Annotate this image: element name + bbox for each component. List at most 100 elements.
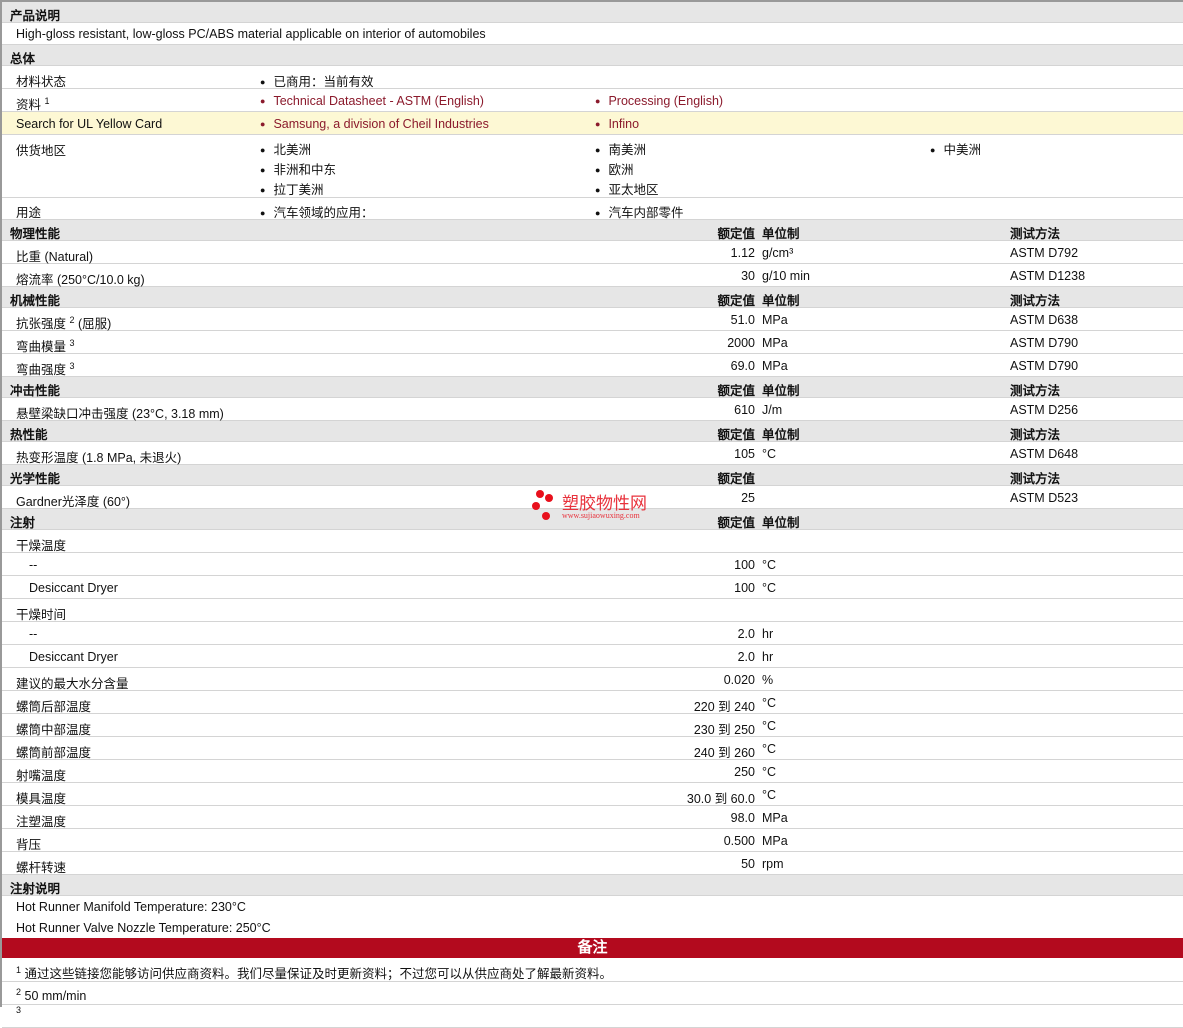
property-label: 抗张强度 2 (屈服)	[16, 313, 111, 332]
property-row: 抗张强度 2 (屈服) 51.0 MPa ASTM D638	[2, 308, 1183, 331]
property-unit: rpm	[762, 857, 784, 871]
property-label: 射嘴温度	[16, 765, 66, 784]
brand-link[interactable]: Infino	[595, 117, 639, 131]
test-method: ASTM D790	[1010, 359, 1079, 373]
region-item: 拉丁美洲	[260, 179, 323, 198]
label-text: 背压	[16, 838, 42, 852]
label-text: --	[29, 627, 38, 641]
logo-dot	[545, 494, 553, 502]
property-label: 螺杆转速	[16, 857, 66, 876]
column-header-value: 额定值	[717, 428, 755, 442]
property-label: 背压	[16, 834, 41, 853]
property-unit: °C	[762, 696, 777, 710]
property-value: 25	[741, 491, 755, 505]
processing-link[interactable]: Processing (English)	[595, 94, 723, 108]
property-unit: MPa	[762, 336, 788, 350]
property-value: 50	[741, 857, 755, 871]
property-label: --	[29, 558, 37, 572]
label-text: Desiccant Dryer	[29, 650, 118, 664]
property-label: Desiccant Dryer	[29, 650, 118, 664]
property-label: 熔流率 (250°C/10.0 kg)	[16, 269, 145, 288]
row-label: 供货地区	[16, 144, 67, 158]
supplier-link[interactable]: Samsung, a division of Cheil Industries	[260, 117, 488, 131]
label-text: Gardner光泽度 (60°)	[16, 495, 131, 509]
material-status-row: 材料状态 已商用：当前有效	[2, 66, 1183, 89]
property-value: 610	[734, 403, 755, 417]
label-text: 螺杆转速	[16, 861, 67, 875]
column-header-value: 额定值	[717, 227, 755, 241]
product-description-text: High-gloss resistant, low-gloss PC/ABS m…	[16, 27, 486, 41]
property-value: 2.0	[737, 650, 755, 664]
label-text: 建议的最大水分含量	[16, 677, 129, 691]
technical-datasheet-link[interactable]: Technical Datasheet - ASTM (English)	[260, 94, 484, 108]
property-row: 背压 0.500 MPa	[2, 829, 1183, 852]
section-title: 热性能	[10, 428, 48, 442]
property-unit: MPa	[762, 313, 788, 327]
footnote-ref: 1	[44, 95, 50, 106]
column-header-value: 额定值	[717, 516, 755, 530]
property-value: 2000	[727, 336, 755, 350]
test-method: ASTM D792	[1010, 246, 1079, 260]
property-unit: °C	[762, 719, 777, 733]
property-row: 螺筒后部温度 220 到 240 °C	[2, 691, 1183, 714]
property-row: 熔流率 (250°C/10.0 kg) 30 g/10 min ASTM D1238	[2, 264, 1183, 287]
label-text: 螺筒后部温度	[16, 700, 92, 714]
property-unit: °C	[762, 447, 777, 461]
column-header-unit: 单位制	[762, 227, 800, 241]
property-row: 弯曲模量 3 2000 MPa ASTM D790	[2, 331, 1183, 354]
property-unit: hr	[762, 650, 774, 664]
property-row: Desiccant Dryer 100 °C	[2, 576, 1183, 599]
section-title: 产品说明	[10, 9, 61, 23]
property-row: 热变形温度 (1.8 MPa, 未退火) 105 °C ASTM D648	[2, 442, 1183, 465]
section-title: 物理性能	[10, 227, 61, 241]
label-text: Desiccant Dryer	[29, 581, 118, 595]
region-item: 欧洲	[595, 159, 633, 178]
property-label: 比重 (Natural)	[16, 246, 93, 265]
documents-row: 资料 1 Technical Datasheet - ASTM (English)…	[2, 89, 1183, 112]
property-unit: hr	[762, 627, 774, 641]
property-unit: g/cm³	[762, 246, 794, 260]
section-general: 总体	[2, 45, 1183, 66]
logo-dot	[542, 512, 550, 520]
label-text: --	[29, 558, 38, 572]
product-description-row: High-gloss resistant, low-gloss PC/ABS m…	[2, 23, 1183, 45]
property-row: 螺筒前部温度 240 到 260 °C	[2, 737, 1183, 760]
column-header-value: 额定值	[717, 384, 755, 398]
property-row: 干燥时间	[2, 599, 1183, 622]
column-header-unit: 单位制	[762, 294, 800, 308]
note-line: Hot Runner Manifold Temperature: 230°C	[16, 900, 246, 914]
property-label: 螺筒中部温度	[16, 719, 91, 738]
injection-notes: Hot Runner Manifold Temperature: 230°C H…	[2, 896, 1183, 938]
column-header-unit: 单位制	[762, 384, 800, 398]
property-label: 悬壁梁缺口冲击强度 (23°C, 3.18 mm)	[16, 403, 224, 422]
property-unit: °C	[762, 558, 777, 572]
property-row: 弯曲强度 3 69.0 MPa ASTM D790	[2, 354, 1183, 377]
logo-dot	[536, 490, 544, 498]
section-title: 光学性能	[10, 472, 61, 486]
property-value: 100	[734, 558, 755, 572]
column-header-test: 测试方法	[1010, 472, 1061, 486]
property-value: 230 到 250	[693, 723, 755, 737]
column-header-value: 额定值	[717, 472, 755, 486]
uses-row: 用途 汽车领域的应用： 汽车内部零件	[2, 198, 1183, 220]
property-unit: °C	[762, 765, 777, 779]
property-label: 弯曲强度 3	[16, 359, 75, 378]
property-label: 干燥时间	[16, 604, 66, 623]
remark-row: 2 50 mm/min	[2, 982, 1183, 1005]
property-row: Desiccant Dryer 2.0 hr	[2, 645, 1183, 668]
property-label: 干燥温度	[16, 535, 66, 554]
label-text: 资料	[16, 98, 42, 112]
property-label: 模具温度	[16, 788, 66, 807]
property-row: 干燥温度	[2, 530, 1183, 553]
remark: 1 通过这些链接您能够访问供应商资料。我们尽量保证及时更新资料；不过您可以从供应…	[16, 963, 612, 982]
section-title: 注射说明	[10, 882, 61, 896]
test-method: ASTM D638	[1010, 313, 1079, 327]
remark: 3	[16, 1005, 21, 1021]
property-row: -- 100 °C	[2, 553, 1183, 576]
test-method: ASTM D1238	[1010, 269, 1086, 283]
test-method: ASTM D648	[1010, 447, 1079, 461]
label-text: 弯曲模量	[16, 340, 67, 354]
region-item: 中美洲	[930, 139, 981, 158]
label-text: 热变形温度 (1.8 MPa, 未退火)	[16, 451, 182, 465]
label-text: 干燥温度	[16, 539, 67, 553]
